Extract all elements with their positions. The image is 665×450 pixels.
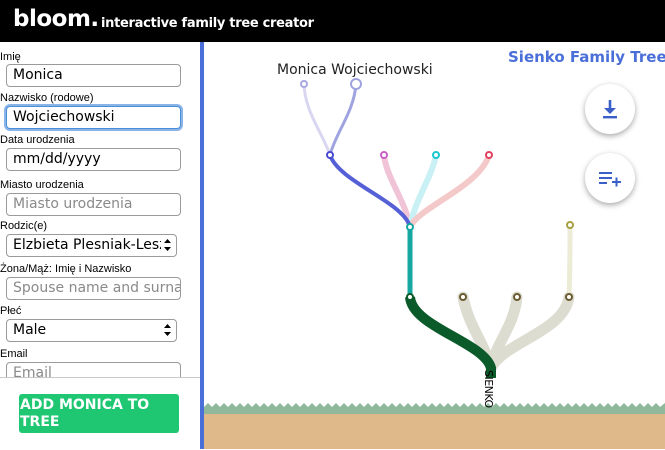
birth-city-label: Miasto urodzenia [0,179,84,191]
spouse-input[interactable]: Spouse name and surname [6,277,181,300]
ground [204,414,665,449]
trunk-surname-label: SIENKO [482,370,495,408]
spouse-label: Żona/Mąż: Imię i Nazwisko [0,263,132,275]
surname-input[interactable]: Wojciechowski [6,106,181,129]
first-name-label: Imię [0,51,21,63]
tree-canvas: Sienko Family Tree Monica Wojciechowski … [204,42,665,449]
sex-select-value: Male [13,322,47,338]
parent-select[interactable]: Elzbieta Plesniak-Leszczynska [6,234,177,257]
add-to-tree-button[interactable]: ADD MONICA TO TREE [19,394,179,433]
grass [204,403,665,414]
sex-label: Płeć [0,305,22,317]
surname-label: Nazwisko (rodowe) [0,92,94,104]
sex-select[interactable]: Male [6,319,177,342]
select-arrows-icon [164,324,171,336]
app-tagline: interactive family tree creator [101,16,314,31]
birth-city-input[interactable]: Miasto urodzenia [6,193,181,216]
parent-label: Rodzic(e) [0,220,48,232]
birth-date-input[interactable]: mm/dd/yyyy [6,148,181,171]
person-form: Imię Monica Nazwisko (rodowe) Wojciechow… [0,42,200,377]
select-arrows-icon [164,239,171,251]
first-name-input[interactable]: Monica [6,64,181,87]
email-label: Email [0,348,28,360]
family-tree-graphic [204,78,665,414]
birth-date-label: Data urodzenia [0,134,75,146]
email-input[interactable]: Email [6,362,181,377]
parent-select-value: Elzbieta Plesniak-Leszczynska [13,237,161,253]
app-header: bloom. interactive family tree creator [0,0,665,42]
form-footer: ADD MONICA TO TREE [0,377,200,450]
app-logo: bloom. [13,6,99,32]
highlighted-person-name: Monica Wojciechowski [277,62,433,78]
